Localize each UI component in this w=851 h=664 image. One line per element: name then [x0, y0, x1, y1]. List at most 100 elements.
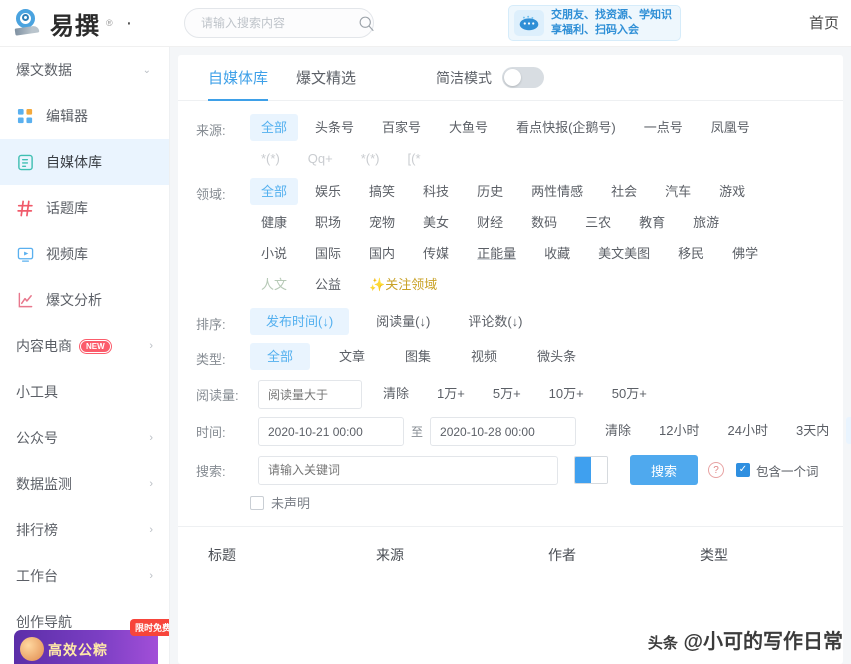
source-option-baijiahao[interactable]: 百家号: [371, 114, 432, 141]
reads-threshold-input[interactable]: [258, 380, 362, 409]
reads-option-10k[interactable]: 1万+: [426, 380, 476, 407]
field-option-caijing[interactable]: 财经: [466, 209, 514, 236]
search-mode-toggle[interactable]: [574, 456, 608, 484]
field-option-lishi[interactable]: 历史: [466, 178, 514, 205]
search-input[interactable]: [199, 15, 358, 31]
field-option-chuanmei[interactable]: 传媒: [412, 240, 460, 267]
source-option-extra-4[interactable]: [(*: [397, 145, 432, 172]
field-option-qiche[interactable]: 汽车: [654, 178, 702, 205]
question-icon[interactable]: ?: [708, 462, 724, 478]
sidebar-item-paihangbang[interactable]: 排行榜 ›: [0, 507, 169, 553]
field-option-foxue[interactable]: 佛学: [721, 240, 769, 267]
reads-option-100k[interactable]: 10万+: [538, 380, 595, 407]
reads-option-clear[interactable]: 清除: [372, 380, 420, 407]
chevron-right-icon[interactable]: ›: [149, 524, 153, 536]
source-option-extra-1[interactable]: *(*): [250, 145, 291, 172]
field-option-meiwenmeitu[interactable]: 美文美图: [587, 240, 661, 267]
field-option-zhengnengliang[interactable]: 正能量: [466, 240, 527, 267]
chevron-right-icon[interactable]: ›: [149, 570, 153, 582]
filter-label-field: 领域:: [196, 187, 226, 202]
field-option-lvyou[interactable]: 旅游: [682, 209, 730, 236]
field-option-keji[interactable]: 科技: [412, 178, 460, 205]
reads-option-50k[interactable]: 5万+: [482, 380, 532, 407]
field-option-jiaoyu[interactable]: 教育: [628, 209, 676, 236]
sidebar-item-xiaogongju[interactable]: 小工具: [0, 369, 169, 415]
field-option-gaoxiao[interactable]: 搞笑: [358, 178, 406, 205]
sort-option-publish-time[interactable]: 发布时间(↓): [250, 308, 350, 335]
time-option-7d[interactable]: 7天内: [846, 417, 851, 444]
source-option-extra-2[interactable]: Qq+: [297, 145, 344, 172]
field-option-shehui[interactable]: 社会: [600, 178, 648, 205]
sidebar-item-shipinku[interactable]: 视频库: [0, 231, 169, 277]
source-option-dayuhao[interactable]: 大鱼号: [438, 114, 499, 141]
type-option-article[interactable]: 文章: [328, 343, 376, 370]
field-option-guoji[interactable]: 国际: [304, 240, 352, 267]
search-icon[interactable]: [358, 15, 374, 32]
type-option-weitoutiao[interactable]: 微头条: [526, 343, 587, 370]
sidebar-item-baowenshuju[interactable]: 爆文数据 ⌄: [0, 47, 169, 93]
type-option-all[interactable]: 全部: [250, 343, 311, 370]
field-option-yimin[interactable]: 移民: [667, 240, 715, 267]
sidebar-promo-card[interactable]: 高效公粽 限时免费: [14, 619, 169, 664]
sort-option-comments[interactable]: 评论数(↓): [457, 308, 533, 335]
include-one-word-option[interactable]: 包含一个词: [736, 461, 819, 480]
sort-option-reads[interactable]: 阅读量(↓): [365, 308, 441, 335]
type-option-gallery[interactable]: 图集: [394, 343, 442, 370]
field-follow-button[interactable]: ✨关注领域: [358, 271, 448, 298]
field-option-renwen[interactable]: 人文: [250, 271, 298, 298]
chevron-right-icon[interactable]: ›: [149, 478, 153, 490]
field-option-all[interactable]: 全部: [250, 178, 299, 205]
field-option-meinv[interactable]: 美女: [412, 209, 460, 236]
source-option-extra-3[interactable]: *(*): [350, 145, 391, 172]
time-option-3d[interactable]: 3天内: [785, 417, 840, 444]
undeclared-option[interactable]: 未声明: [178, 493, 843, 512]
undeclared-checkbox[interactable]: [250, 495, 264, 510]
source-option-yidianhao[interactable]: 一点号: [633, 114, 694, 141]
source-option-kandiankuaibao[interactable]: 看点快报(企鹅号): [505, 114, 627, 141]
time-start-input[interactable]: 2020-10-21 00:00: [258, 417, 404, 446]
field-option-youxi[interactable]: 游戏: [708, 178, 756, 205]
time-option-clear[interactable]: 清除: [594, 417, 642, 444]
sidebar-item-gongzhonghao[interactable]: 公众号 ›: [0, 415, 169, 461]
field-option-xiaoshuo[interactable]: 小说: [250, 240, 298, 267]
tab-zimeitiku[interactable]: 自媒体库: [208, 55, 269, 101]
sidebar-item-huatiku[interactable]: 话题库: [0, 185, 169, 231]
brand-logo[interactable]: 易撰 ® ·: [0, 6, 170, 41]
time-option-24h[interactable]: 24小时: [717, 417, 779, 444]
global-search[interactable]: [184, 8, 374, 38]
field-option-gongyi[interactable]: 公益: [304, 271, 352, 298]
field-option-shoucang[interactable]: 收藏: [533, 240, 581, 267]
field-option-jiankang[interactable]: 健康: [250, 209, 298, 236]
simple-mode-control[interactable]: 简洁模式: [436, 67, 545, 88]
source-option-fenghuanghao[interactable]: 凤凰号: [700, 114, 761, 141]
field-option-shuma[interactable]: 数码: [520, 209, 568, 236]
field-option-chongwu[interactable]: 宠物: [358, 209, 406, 236]
keyword-input[interactable]: [258, 455, 558, 485]
sidebar-item-baowenfenxi[interactable]: 爆文分析: [0, 277, 169, 323]
field-option-yule[interactable]: 娱乐: [304, 178, 352, 205]
chevron-right-icon[interactable]: ›: [149, 432, 153, 444]
field-option-zhichang[interactable]: 职场: [304, 209, 352, 236]
source-option-all[interactable]: 全部: [250, 114, 299, 141]
source-option-toutiaohao[interactable]: 头条号: [304, 114, 365, 141]
chevron-right-icon[interactable]: ›: [149, 340, 153, 352]
sidebar-item-shujujiance[interactable]: 数据监测 ›: [0, 461, 169, 507]
field-option-liangxingqinggan[interactable]: 两性情感: [520, 178, 594, 205]
tab-baowenjingxuan[interactable]: 爆文精选: [296, 55, 356, 101]
field-option-sannong[interactable]: 三农: [574, 209, 622, 236]
simple-mode-toggle[interactable]: [502, 67, 545, 88]
include-one-word-checkbox[interactable]: [736, 463, 750, 477]
chevron-down-icon[interactable]: ⌄: [143, 65, 151, 76]
sidebar-item-neirongdianshang[interactable]: 内容电商 NEW ›: [0, 323, 169, 369]
type-option-video[interactable]: 视频: [460, 343, 508, 370]
field-option-guonei[interactable]: 国内: [358, 240, 406, 267]
search-button[interactable]: 搜索: [630, 455, 698, 485]
sidebar-item-gongzuotai[interactable]: 工作台 ›: [0, 553, 169, 599]
sidebar-item-bianjiqi[interactable]: 编辑器: [0, 93, 169, 139]
reads-option-500k[interactable]: 50万+: [601, 380, 658, 407]
membership-banner[interactable]: 交朋友、找资源、学知识 享福利、扫码入会: [508, 5, 681, 41]
sidebar-item-zimeitiku[interactable]: 自媒体库: [0, 139, 169, 185]
time-end-input[interactable]: 2020-10-28 00:00: [430, 417, 577, 446]
nav-home-link[interactable]: 首页: [809, 12, 839, 33]
time-option-12h[interactable]: 12小时: [648, 417, 710, 444]
